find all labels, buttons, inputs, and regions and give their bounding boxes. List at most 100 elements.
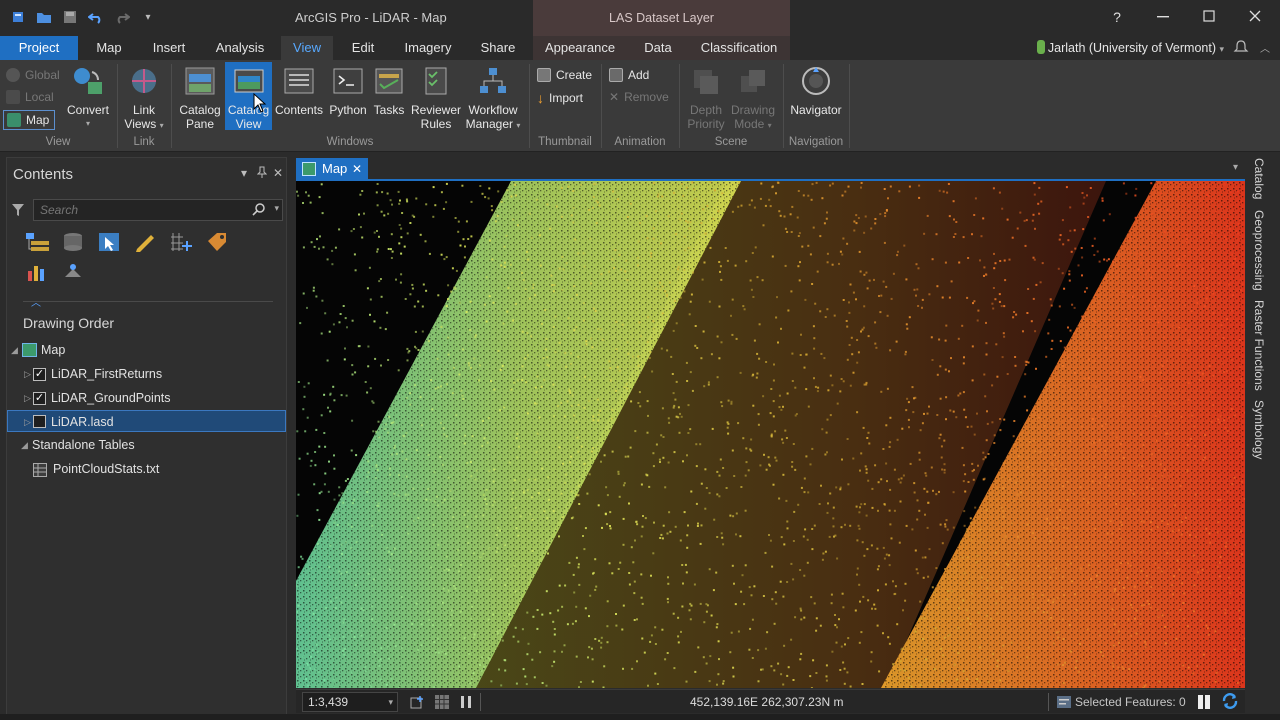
lidar-point — [1095, 585, 1098, 588]
lidar-point — [583, 548, 586, 551]
workflow-manager-button[interactable]: Workflow Manager ▾ — [463, 66, 523, 133]
search-options-icon[interactable]: ▾ — [274, 203, 279, 214]
list-by-snapping-icon[interactable] — [169, 231, 193, 253]
lidar-point — [618, 369, 621, 372]
refresh-icon[interactable] — [1221, 692, 1239, 713]
maximize-icon[interactable] — [1198, 6, 1220, 28]
lidar-point — [756, 352, 759, 355]
tree-item-standalone-tables[interactable]: ◢ Standalone Tables — [7, 434, 286, 456]
tab-view[interactable]: View — [281, 36, 333, 60]
map-canvas[interactable] — [296, 181, 1245, 688]
tabs-overflow-icon[interactable]: ▾ — [1233, 162, 1238, 173]
grid-icon[interactable] — [434, 694, 450, 713]
python-button[interactable]: Python — [326, 66, 370, 117]
expand-caret-icon[interactable]: ▷ — [24, 363, 31, 385]
lidar-point — [620, 268, 623, 271]
convert-button[interactable]: Convert ▾ — [64, 66, 112, 131]
navigation-tools-icon[interactable] — [410, 694, 426, 713]
tab-imagery[interactable]: Imagery — [397, 36, 459, 60]
contents-button[interactable]: Contents — [274, 66, 324, 117]
tab-classification[interactable]: Classification — [694, 36, 784, 60]
search-input[interactable] — [34, 200, 244, 220]
lidar-point — [883, 188, 886, 190]
collapse-caret-icon[interactable]: ◢ — [11, 339, 18, 361]
new-project-icon[interactable] — [8, 8, 28, 26]
contents-title: Contents — [13, 166, 74, 183]
dock-tab-catalog[interactable]: Catalog — [1252, 158, 1266, 199]
add-animation-button[interactable]: Add — [609, 68, 649, 82]
undo-icon[interactable] — [86, 8, 106, 26]
list-by-perspective-imagery-icon[interactable] — [61, 261, 85, 283]
search-icon[interactable] — [252, 202, 266, 219]
user-account[interactable]: Jarlath (University of Vermont) ▾ — [1048, 41, 1224, 55]
create-thumbnail-button[interactable]: Create — [537, 68, 592, 82]
pane-options-icon[interactable]: ▾ — [241, 166, 247, 180]
customize-toolbar-icon[interactable]: ▾ — [138, 8, 158, 26]
lidar-point — [802, 535, 805, 538]
redo-icon[interactable] — [112, 8, 132, 26]
layer-visibility-checkbox[interactable] — [33, 415, 46, 428]
tab-edit[interactable]: Edit — [341, 36, 385, 60]
pause-icon[interactable] — [1196, 694, 1212, 713]
tree-item-map[interactable]: ◢ Map — [7, 339, 286, 361]
lidar-point — [504, 584, 507, 587]
list-by-data-source-icon[interactable] — [61, 231, 85, 253]
link-views-label-1: Link — [132, 103, 155, 117]
tab-appearance[interactable]: Appearance — [538, 36, 622, 60]
save-icon[interactable] — [60, 8, 80, 26]
list-by-selection-icon[interactable] — [97, 231, 121, 253]
open-folder-icon[interactable] — [34, 8, 54, 26]
scale-selector[interactable]: 1:3,439 ▾ — [302, 692, 398, 712]
pause-drawing-icon[interactable] — [458, 694, 474, 713]
layer-row[interactable]: ▷ ✓ LiDAR_FirstReturns — [7, 363, 286, 385]
list-by-editing-icon[interactable] — [133, 231, 157, 253]
map-view-tab[interactable]: Map ✕ — [296, 158, 368, 180]
tab-data[interactable]: Data — [636, 36, 680, 60]
dock-tab-symbology[interactable]: Symbology — [1252, 400, 1266, 459]
tab-insert[interactable]: Insert — [143, 36, 195, 60]
table-row[interactable]: PointCloudStats.txt — [7, 458, 286, 480]
close-icon[interactable] — [1244, 6, 1266, 28]
lidar-point — [1002, 462, 1005, 465]
layer-row[interactable]: ▷ ✓ LiDAR_GroundPoints — [7, 387, 286, 409]
lidar-point — [785, 437, 788, 439]
map-tab-close-icon[interactable]: ✕ — [352, 158, 362, 180]
tab-share[interactable]: Share — [472, 36, 524, 60]
filter-icon[interactable] — [11, 203, 25, 217]
notification-bell-icon[interactable] — [1233, 39, 1249, 58]
layer-row-selected[interactable]: ▷ LiDAR.lasd — [7, 410, 286, 432]
collapse-caret-icon[interactable]: ◢ — [21, 434, 28, 456]
list-by-labeling-icon[interactable] — [205, 231, 229, 253]
list-by-charts-icon[interactable] — [25, 261, 49, 283]
lidar-point — [962, 236, 965, 239]
navigator-button[interactable]: Navigator — [787, 66, 845, 117]
pin-icon[interactable] — [256, 166, 268, 181]
lidar-point — [926, 490, 929, 493]
pane-close-icon[interactable]: ✕ — [273, 166, 283, 180]
dock-tab-geoprocessing[interactable]: Geoprocessing — [1252, 210, 1266, 291]
lidar-point — [840, 378, 843, 380]
ribbon-collapse-icon[interactable]: ︿ — [1260, 40, 1270, 55]
expand-caret-icon[interactable]: ▷ — [24, 411, 31, 433]
tab-map[interactable]: Map — [86, 36, 132, 60]
help-icon[interactable]: ? — [1106, 6, 1128, 28]
tab-project[interactable]: Project — [0, 36, 78, 60]
minimize-icon[interactable] — [1152, 6, 1174, 28]
catalog-pane-button[interactable]: Catalog Pane — [176, 66, 224, 131]
lidar-point — [885, 424, 888, 427]
layer-visibility-checkbox[interactable]: ✓ — [33, 392, 46, 405]
tasks-button[interactable]: Tasks — [369, 66, 409, 117]
list-by-drawing-order-icon[interactable] — [25, 231, 49, 253]
lidar-point — [680, 630, 682, 633]
dock-tab-raster-functions[interactable]: Raster Functions — [1252, 300, 1266, 391]
map-view-button[interactable]: Map — [3, 110, 56, 130]
lidar-point — [485, 508, 488, 511]
tab-analysis[interactable]: Analysis — [207, 36, 273, 60]
layer-visibility-checkbox[interactable]: ✓ — [33, 368, 46, 381]
link-views-button[interactable]: Link Views ▾ — [122, 66, 166, 133]
reviewer-rules-button[interactable]: Reviewer Rules — [409, 66, 463, 131]
expand-caret-icon[interactable]: ▷ — [24, 387, 31, 409]
lidar-point — [443, 433, 446, 436]
lidar-point — [775, 602, 778, 605]
import-thumbnail-button[interactable]: ↓ Import — [537, 90, 583, 106]
